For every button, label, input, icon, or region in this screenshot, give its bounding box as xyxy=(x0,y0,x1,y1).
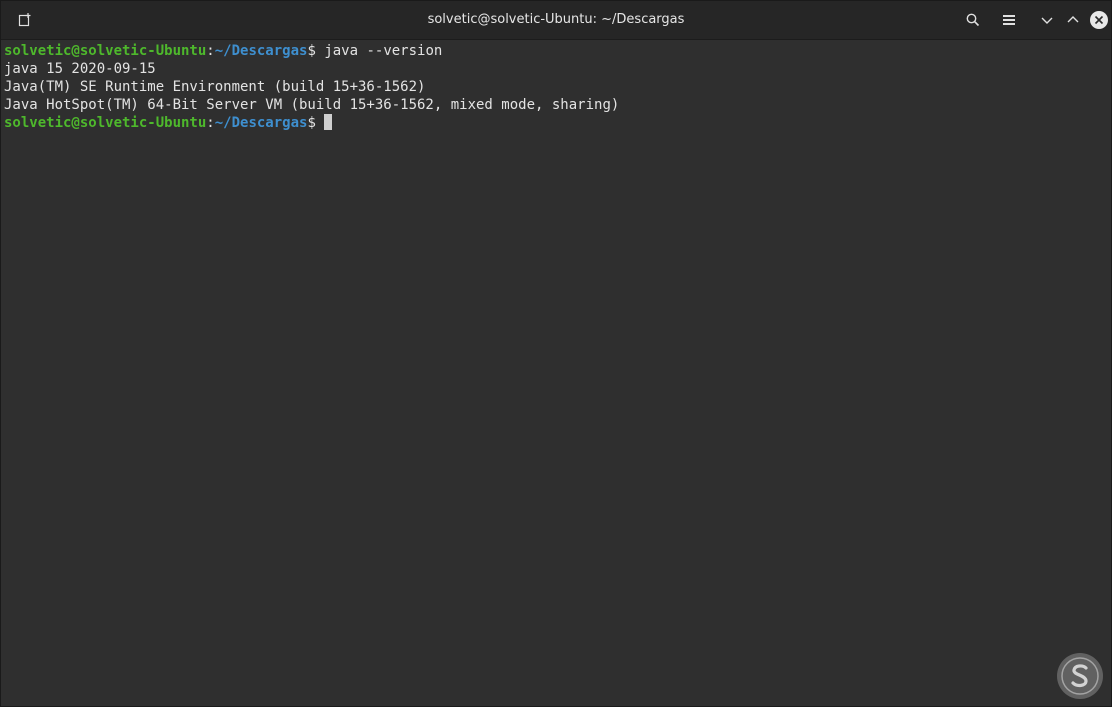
hamburger-menu-icon xyxy=(1003,15,1015,25)
prompt-colon: : xyxy=(206,115,215,131)
command-text: java --version xyxy=(315,43,443,59)
window-title: solvetic@solvetic-Ubuntu: ~/Descargas xyxy=(427,12,685,27)
search-button[interactable] xyxy=(961,8,985,32)
maximize-button[interactable] xyxy=(1061,8,1085,32)
minimize-button[interactable] xyxy=(1035,8,1059,32)
prompt-user-host: solvetic@solvetic-Ubuntu xyxy=(4,115,207,131)
close-button[interactable] xyxy=(1087,8,1111,32)
title-bar: solvetic@solvetic-Ubuntu: ~/Descargas xyxy=(1,1,1111,40)
watermark-logo-icon xyxy=(1057,653,1103,699)
output-line: Java(TM) SE Runtime Environment (build 1… xyxy=(4,79,426,95)
active-prompt-line[interactable]: solvetic@solvetic-Ubuntu:~/Descargas$ xyxy=(4,114,332,132)
prompt-symbol: $ xyxy=(307,43,316,59)
chevron-up-icon xyxy=(1067,16,1079,23)
output-line: java 15 2020-09-15 xyxy=(4,61,156,77)
prompt-path: ~/Descargas xyxy=(214,43,308,59)
close-icon xyxy=(1090,11,1108,29)
prompt-symbol: $ xyxy=(307,115,316,131)
search-icon xyxy=(966,13,980,27)
prompt-colon: : xyxy=(206,43,215,59)
text-cursor xyxy=(323,114,332,130)
prompt-path: ~/Descargas xyxy=(214,115,308,131)
menu-button[interactable] xyxy=(997,8,1021,32)
terminal-window: solvetic@solvetic-Ubuntu: ~/Descargas so… xyxy=(0,0,1112,707)
command-line: solvetic@solvetic-Ubuntu:~/Descargas$ ja… xyxy=(4,42,442,60)
prompt-user-host: solvetic@solvetic-Ubuntu xyxy=(4,43,207,59)
output-line: Java HotSpot(TM) 64-Bit Server VM (build… xyxy=(4,97,620,113)
chevron-down-icon xyxy=(1041,17,1053,24)
terminal-area[interactable]: solvetic@solvetic-Ubuntu:~/Descargas$ ja… xyxy=(1,40,1111,706)
